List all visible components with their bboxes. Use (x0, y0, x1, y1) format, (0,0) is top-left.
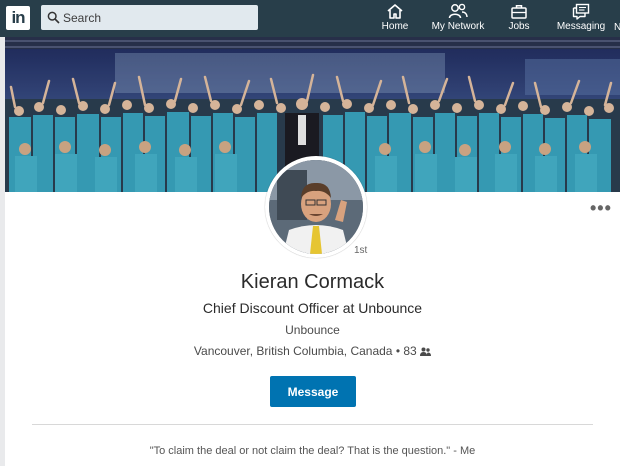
nav-home[interactable]: Home (380, 3, 410, 35)
nav-my-network[interactable]: My Network (430, 3, 486, 35)
nav-my-network-label: My Network (431, 21, 485, 32)
section-divider (32, 424, 593, 425)
connection-degree: 1st (354, 245, 368, 256)
nav-messaging[interactable]: Messaging (556, 3, 606, 35)
network-icon (448, 3, 468, 19)
messaging-icon (572, 3, 590, 20)
profile-company[interactable]: Unbounce (5, 323, 620, 337)
nav-messaging-label: Messaging (556, 21, 606, 32)
search-input[interactable] (63, 5, 253, 30)
connections-icon (420, 347, 432, 356)
search-box[interactable] (41, 5, 258, 30)
nav-jobs-label: Jobs (508, 21, 530, 32)
briefcase-icon (511, 5, 527, 19)
search-icon (47, 11, 60, 24)
more-actions-button[interactable]: ••• (590, 199, 612, 217)
nav-home-label: Home (381, 21, 409, 32)
profile-summary: "To claim the deal or not claim the deal… (149, 445, 476, 457)
nav-jobs[interactable]: Jobs (506, 3, 532, 35)
top-nav-bar: in Home My Network Jobs (0, 0, 620, 37)
linkedin-logo[interactable]: in (6, 6, 30, 30)
profile-photo (269, 160, 363, 254)
profile-location-line: Vancouver, British Columbia, Canada • 83 (5, 344, 620, 358)
profile-avatar[interactable] (265, 156, 367, 258)
profile-location: Vancouver, British Columbia, Canada (193, 344, 393, 358)
connections-count[interactable]: • 83 (396, 344, 417, 358)
nav-overflow-cutoff: N (614, 22, 620, 33)
message-button[interactable]: Message (270, 376, 356, 407)
profile-name: Kieran Cormack (240, 271, 385, 293)
profile-headline: Chief Discount Officer at Unbounce (202, 300, 423, 316)
profile-card: 1st ••• Kieran Cormack Chief Discount Of… (5, 37, 620, 466)
home-icon (387, 4, 403, 19)
